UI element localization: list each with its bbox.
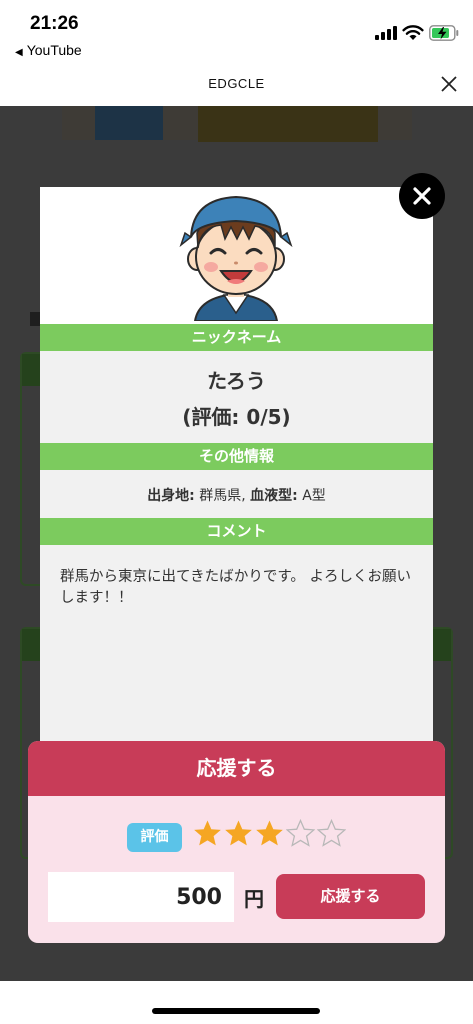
- signal-icon: [375, 26, 397, 40]
- status-time: 21:26: [30, 13, 79, 34]
- nav-header: EDGCLE: [0, 62, 473, 106]
- avatar-area: [40, 187, 433, 324]
- back-app-label: YouTube: [26, 42, 82, 58]
- star-icon-filled[interactable]: [193, 819, 222, 848]
- avatar-boy-icon: [179, 195, 293, 321]
- close-icon[interactable]: [438, 73, 460, 95]
- currency-label: 円: [244, 887, 264, 911]
- close-x-mark: [413, 187, 431, 205]
- star-icon-empty[interactable]: [286, 819, 315, 848]
- star-rating[interactable]: [193, 819, 348, 853]
- bg-image-gold: [198, 106, 378, 142]
- status-bar: 21:26 ◀ YouTube: [0, 0, 473, 62]
- wifi-icon: [402, 25, 424, 40]
- back-to-app-link[interactable]: ◀ YouTube: [15, 42, 82, 58]
- home-indicator: [152, 1008, 320, 1014]
- bg-card-1: [20, 352, 42, 586]
- blood-type-value: A型: [302, 488, 326, 504]
- comment-text: 群馬から東京に出てきたばかりです。 よろしくお願いします！！: [60, 569, 412, 606]
- page-title: EDGCLE: [208, 76, 265, 91]
- rating-text: (評価: 0/5): [182, 405, 291, 429]
- birthplace-value: 群馬県,: [199, 488, 246, 504]
- bg-text-fragment: [30, 312, 40, 326]
- star-icon-filled[interactable]: [224, 819, 253, 848]
- star-icon-empty[interactable]: [317, 819, 346, 848]
- support-panel: 応援する 評価 円 応援する: [28, 741, 445, 943]
- blood-type-label: 血液型:: [250, 488, 298, 504]
- comment-header: コメント: [40, 518, 433, 545]
- close-circle-icon[interactable]: [399, 173, 445, 219]
- profile-modal: ニックネーム たろう (評価: 0/5) その他情報 出身地: 群馬県, 血液型…: [40, 187, 433, 747]
- birthplace-label: 出身地:: [147, 488, 195, 504]
- other-info-line: 出身地: 群馬県, 血液型: A型: [40, 485, 433, 505]
- support-button[interactable]: 応援する: [276, 874, 425, 919]
- bottom-bar: [0, 981, 473, 1024]
- back-arrow-icon: ◀: [15, 47, 23, 58]
- bg-image-blue: [95, 106, 163, 140]
- nickname-value: たろう: [207, 369, 266, 393]
- amount-input[interactable]: [48, 872, 234, 922]
- battery-icon: [429, 25, 459, 41]
- rating-badge: 評価: [127, 823, 182, 852]
- support-header: 応援する: [28, 741, 445, 796]
- nickname-header: ニックネーム: [40, 324, 433, 351]
- bg-card-1-head: [22, 354, 42, 386]
- star-icon-filled[interactable]: [255, 819, 284, 848]
- other-info-header: その他情報: [40, 443, 433, 470]
